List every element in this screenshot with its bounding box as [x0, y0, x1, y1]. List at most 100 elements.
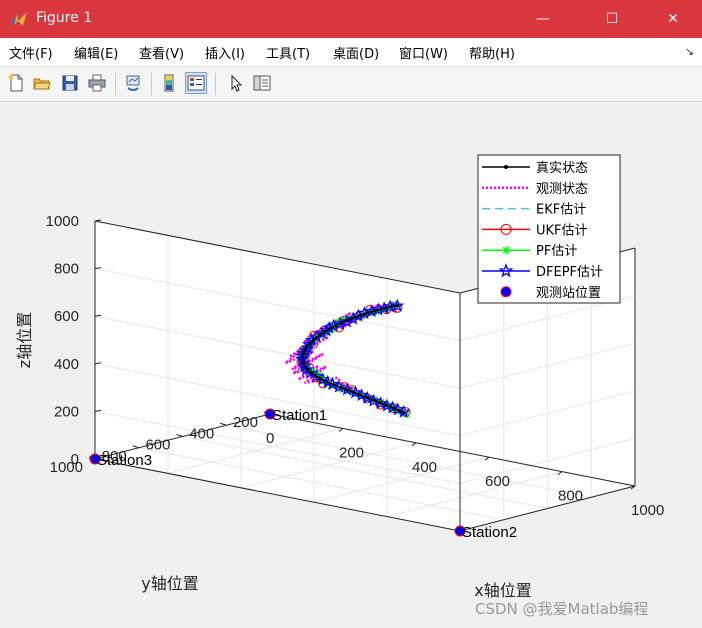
link-plot-button[interactable] — [122, 72, 144, 94]
true-marker — [339, 321, 343, 325]
true-marker — [301, 361, 305, 366]
x-tick-label: 200 — [339, 444, 364, 461]
station-label: Station3 — [97, 452, 152, 469]
true-marker — [391, 406, 395, 410]
y-axis-label: y轴位置 — [141, 574, 198, 593]
title-bar: Figure 1 — ☐ ✕ — [0, 0, 702, 38]
x-axis-label: x轴位置 — [474, 581, 531, 600]
toolbar-separator — [151, 73, 152, 95]
legend[interactable]: 真实状态观测状态 EKF估计 UKF估计 PF估计 DFEPF估计观测站位置 — [477, 154, 621, 304]
legend-marker — [504, 165, 508, 169]
close-button[interactable]: ✕ — [650, 0, 696, 38]
folder-open-icon — [33, 78, 51, 90]
plot-3d-axes[interactable]: 0 200 400 600 800 1000 200 400 600 800 1000 0 200 400… — [0, 102, 702, 628]
watermark-text: CSDN @我爱Matlab编程 — [475, 600, 648, 618]
legend-entry-label: PF估计 — [536, 244, 577, 259]
edit-plot-button[interactable] — [225, 72, 247, 94]
true-marker — [303, 348, 307, 352]
x-tick-label: 400 — [412, 459, 437, 476]
true-marker — [318, 332, 323, 336]
legend-icon — [187, 75, 205, 91]
true-marker — [301, 351, 306, 356]
z-tick-label: 0 — [71, 451, 79, 468]
true-marker — [384, 403, 389, 407]
true-marker — [389, 305, 393, 309]
true-marker — [365, 396, 370, 400]
save-icon — [62, 75, 78, 91]
menu-view[interactable]: 查看(V) — [139, 43, 184, 62]
menu-desktop[interactable]: 桌面(D) — [333, 43, 379, 62]
y-tick-label: 600 — [145, 437, 170, 454]
new-file-icon — [8, 74, 23, 92]
true-marker — [396, 303, 400, 308]
minimize-button[interactable]: — — [520, 0, 566, 38]
y-tick-label: 400 — [189, 425, 214, 442]
x-tick-label: 0 — [266, 430, 274, 447]
toolbar-separator — [115, 73, 116, 95]
true-marker — [305, 368, 309, 372]
maximize-button[interactable]: ☐ — [589, 0, 635, 38]
true-marker — [332, 383, 336, 387]
menu-edit[interactable]: 编辑(E) — [74, 43, 118, 62]
print-figure-button[interactable] — [86, 72, 108, 94]
z-tick-label: 800 — [54, 261, 79, 278]
printer-icon — [88, 74, 106, 92]
true-marker — [352, 391, 356, 395]
save-figure-button[interactable] — [59, 72, 81, 94]
true-marker — [314, 374, 318, 378]
toolbar — [0, 67, 702, 102]
menu-overflow-icon[interactable]: ↘ — [685, 45, 694, 58]
menu-help[interactable]: 帮助(H) — [469, 43, 515, 62]
window-title: Figure 1 — [36, 10, 93, 26]
menu-file[interactable]: 文件(F) — [9, 43, 53, 62]
new-figure-button[interactable] — [5, 72, 27, 94]
true-marker — [372, 398, 376, 402]
x-tick-label: 1000 — [631, 502, 664, 519]
true-marker — [363, 312, 367, 316]
true-marker — [323, 329, 327, 333]
true-marker — [345, 388, 349, 392]
x-tick-label: 600 — [485, 473, 510, 490]
true-marker — [325, 380, 329, 384]
property-inspector-button[interactable] — [251, 72, 273, 94]
true-marker — [303, 364, 307, 369]
z-axis-label: z轴位置 — [15, 312, 34, 368]
insert-colorbar-button[interactable] — [158, 72, 180, 94]
z-tick-label: 1000 — [46, 213, 79, 230]
true-marker — [311, 338, 315, 343]
insert-legend-button[interactable] — [185, 72, 207, 94]
legend-entry-label: DFEPF估计 — [536, 265, 603, 280]
menu-window[interactable]: 窗口(W) — [399, 43, 448, 62]
true-marker — [378, 401, 383, 405]
station-label: Station2 — [462, 524, 517, 541]
matlab-icon — [11, 12, 27, 26]
true-marker — [319, 377, 323, 381]
x-tick-label: 800 — [558, 488, 583, 505]
legend-entry-label: 观测站位置 — [536, 286, 601, 301]
legend-marker — [500, 286, 512, 298]
true-marker — [333, 324, 337, 328]
z-tick-label: 600 — [54, 308, 79, 325]
true-marker — [309, 371, 313, 375]
open-file-button[interactable] — [31, 72, 53, 94]
true-marker — [397, 408, 401, 412]
true-marker — [328, 326, 332, 331]
true-marker — [369, 310, 373, 314]
true-marker — [305, 345, 309, 349]
true-marker — [308, 342, 312, 346]
true-marker — [402, 411, 406, 415]
true-marker — [359, 393, 363, 397]
menu-insert[interactable]: 插入(I) — [205, 43, 245, 62]
true-marker — [382, 306, 387, 311]
property-inspector-icon — [253, 75, 271, 91]
menu-bar: 文件(F) 编辑(E) 查看(V) 插入(I) 工具(T) 桌面(D) 窗口(W… — [0, 38, 702, 67]
z-tick-label: 400 — [54, 356, 79, 373]
true-marker — [356, 314, 361, 318]
link-plot-icon — [126, 75, 140, 91]
figure-canvas[interactable]: 0 200 400 600 800 1000 200 400 600 800 1000 0 200 400… — [0, 102, 702, 628]
legend-entry-label: 真实状态 — [536, 161, 588, 176]
legend-entry-label: UKF估计 — [536, 223, 588, 238]
true-marker — [350, 316, 354, 320]
menu-tools[interactable]: 工具(T) — [266, 43, 310, 62]
z-tick — [94, 219, 102, 222]
